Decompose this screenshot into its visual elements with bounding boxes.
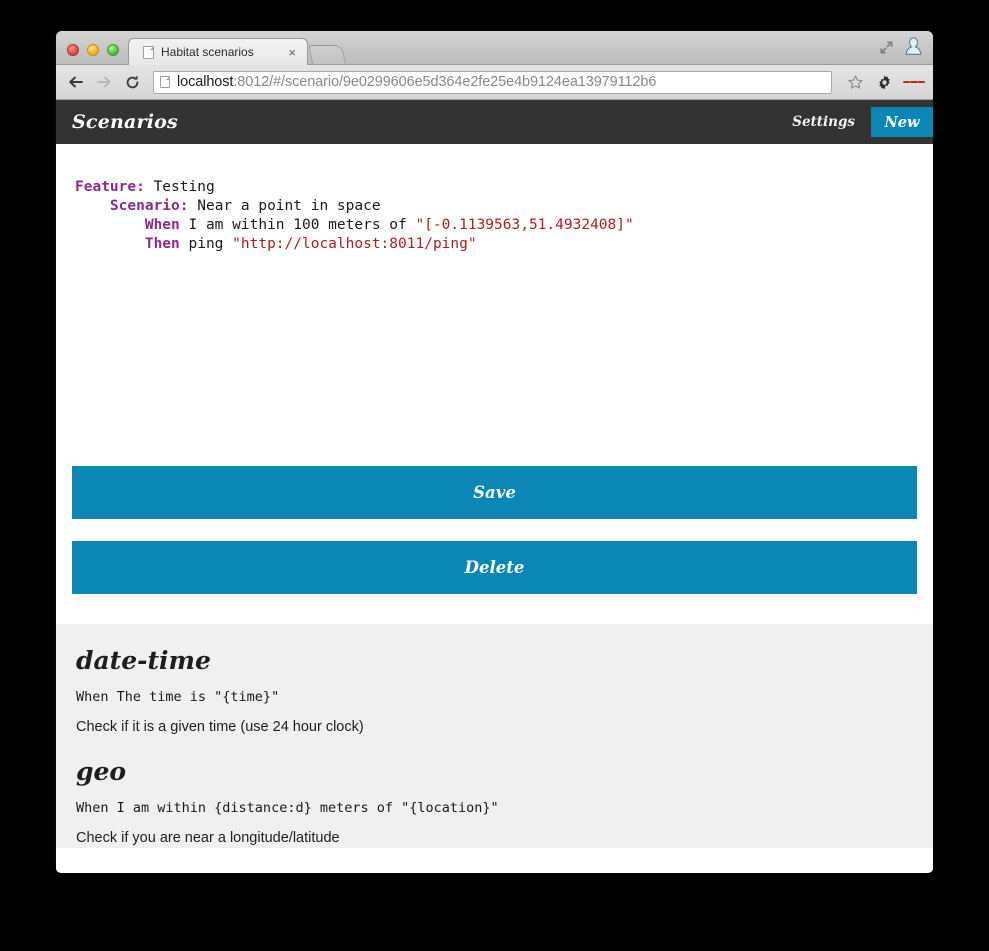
step-reference-list: date-time When The time is "{time}" Check … bbox=[56, 624, 933, 848]
url-text: localhost:8012/#/scenario/9e0299606e5d36… bbox=[177, 74, 656, 90]
code-token-plain: ping bbox=[179, 236, 233, 252]
scenario-code[interactable]: Feature: Testing Scenario: Near a point … bbox=[56, 178, 933, 254]
reference-item: date-time When The time is "{time}" Check … bbox=[76, 646, 913, 735]
url-host: localhost bbox=[177, 74, 234, 90]
code-token-keyword: When bbox=[144, 217, 180, 233]
code-line: Then ping "http://localhost:8011/ping" bbox=[75, 235, 933, 254]
app-header-nav: Settings New bbox=[776, 100, 933, 144]
reference-item-pattern: When The time is "{time}" bbox=[76, 689, 280, 705]
code-token-plain: Testing bbox=[144, 179, 215, 195]
save-button[interactable]: Save bbox=[72, 466, 917, 519]
code-token-string: "http://localhost:8011/ping" bbox=[232, 236, 477, 252]
page-icon bbox=[143, 45, 154, 59]
close-window-button[interactable] bbox=[67, 44, 79, 56]
forward-arrow-icon[interactable] bbox=[94, 72, 114, 92]
scenario-editor[interactable]: Feature: Testing Scenario: Near a point … bbox=[56, 144, 933, 466]
tabstrip-right-controls bbox=[879, 36, 933, 64]
reference-item: geo When I am within {distance:d} meters … bbox=[76, 757, 913, 846]
app-header: Scenarios Settings New bbox=[56, 100, 933, 144]
browser-toolbar: localhost:8012/#/scenario/9e0299606e5d36… bbox=[56, 65, 933, 100]
code-token-keyword: Scenario: bbox=[109, 198, 189, 214]
reference-item-description: Check if you are near a longitude/latitu… bbox=[76, 830, 340, 846]
code-line: Scenario: Near a point in space bbox=[75, 197, 933, 216]
web-app-content: Scenarios Settings New Feature: Testing … bbox=[56, 100, 933, 872]
bookmark-star-icon[interactable] bbox=[845, 74, 865, 91]
address-bar[interactable]: localhost:8012/#/scenario/9e0299606e5d36… bbox=[153, 70, 832, 94]
content-spacer bbox=[56, 594, 933, 624]
settings-link[interactable]: Settings bbox=[776, 100, 871, 144]
new-scenario-button[interactable]: New bbox=[871, 107, 933, 137]
minimize-window-button[interactable] bbox=[87, 44, 99, 56]
browser-tab[interactable]: Habitat scenarios × bbox=[128, 38, 308, 65]
hamburger-menu-icon[interactable] bbox=[903, 79, 925, 86]
browser-window: Habitat scenarios × localhost:8012/#/sce… bbox=[56, 31, 933, 873]
app-brand-title: Scenarios bbox=[72, 111, 178, 133]
reference-item-pattern: When I am within {distance:d} meters of … bbox=[76, 800, 499, 816]
browser-tab-strip: Habitat scenarios × bbox=[56, 31, 933, 65]
reload-icon[interactable] bbox=[122, 72, 142, 92]
back-arrow-icon[interactable] bbox=[66, 72, 86, 92]
code-token-string: "[-0.1139563,51.4932408]" bbox=[415, 217, 634, 233]
delete-button[interactable]: Delete bbox=[72, 541, 917, 594]
code-token-plain: Near a point in space bbox=[188, 198, 381, 214]
code-token-keyword: Then bbox=[144, 236, 180, 252]
new-tab-button[interactable] bbox=[307, 45, 347, 64]
close-tab-icon[interactable]: × bbox=[283, 46, 301, 59]
save-button-wrap: Save bbox=[56, 466, 933, 519]
button-spacer bbox=[56, 519, 933, 541]
maximize-window-button[interactable] bbox=[107, 44, 119, 56]
url-path: :8012/#/scenario/9e0299606e5d364e2fe25e4… bbox=[233, 74, 657, 90]
code-token-plain: I am within 100 meters of bbox=[179, 217, 416, 233]
fullscreen-expand-icon[interactable] bbox=[879, 40, 894, 55]
code-line: When I am within 100 meters of "[-0.1139… bbox=[75, 216, 933, 235]
code-token-keyword: Feature: bbox=[75, 179, 145, 195]
site-page-icon bbox=[160, 76, 170, 88]
user-avatar-icon[interactable] bbox=[904, 36, 923, 58]
reference-item-title: date-time bbox=[76, 646, 211, 675]
code-line: Feature: Testing bbox=[75, 178, 933, 197]
gear-icon[interactable] bbox=[873, 74, 895, 91]
reference-item-description: Check if it is a given time (use 24 hour… bbox=[76, 719, 364, 735]
delete-button-wrap: Delete bbox=[56, 541, 933, 594]
reference-item-title: geo bbox=[76, 757, 127, 786]
tab-title: Habitat scenarios bbox=[161, 45, 254, 59]
window-controls bbox=[56, 44, 128, 64]
